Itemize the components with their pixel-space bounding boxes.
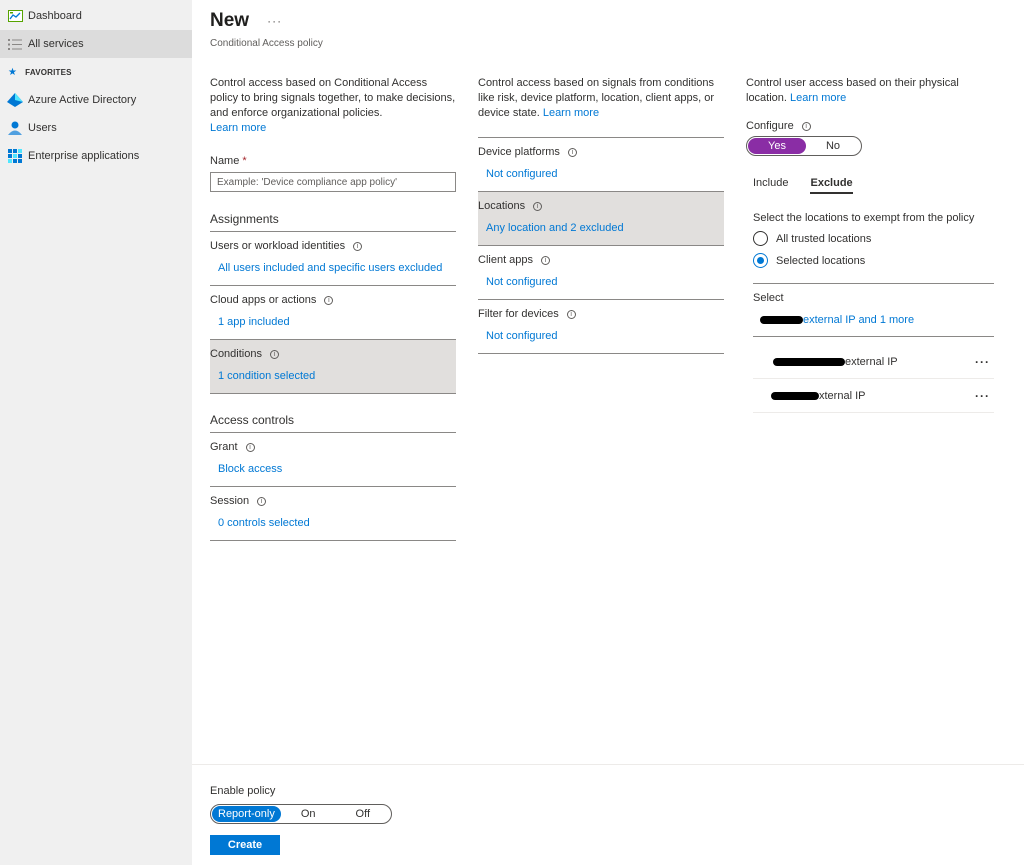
more-options-icon[interactable]: ··· (267, 14, 282, 28)
info-icon[interactable]: i (801, 121, 811, 131)
sidebar: Dashboard All services ★ FAVORITES Azure… (0, 0, 192, 865)
session-value-link[interactable]: 0 controls selected (210, 517, 456, 529)
configure-no-option[interactable]: No (806, 138, 860, 154)
policy-description: Control access based on Conditional Acce… (210, 77, 456, 134)
cloud-apps-row[interactable]: Cloud apps or actions i 1 app included (210, 286, 456, 340)
main-content: New ··· Conditional Access policy Contro… (192, 0, 1024, 865)
page-title: New (210, 10, 250, 31)
sidebar-item-label: All services (28, 38, 84, 50)
sidebar-item-label: Dashboard (28, 10, 82, 22)
device-platforms-row[interactable]: Device platforms i Not configured (478, 138, 724, 192)
redacted-block (771, 391, 819, 400)
exclude-panel: Select the locations to exempt from the … (746, 212, 994, 413)
redacted-block (773, 357, 845, 366)
name-label: Name * (210, 155, 247, 167)
filter-devices-value-link[interactable]: Not configured (478, 330, 724, 342)
radio-button[interactable] (753, 231, 768, 246)
aad-icon (7, 93, 23, 107)
info-icon[interactable]: i (245, 442, 255, 452)
device-platforms-value-link[interactable]: Not configured (478, 168, 724, 180)
learn-more-link[interactable]: Learn more (210, 122, 266, 134)
more-options-icon[interactable]: ··· (975, 389, 990, 403)
locations-value-link[interactable]: Any location and 2 excluded (478, 222, 724, 234)
conditions-value-link[interactable]: 1 condition selected (210, 370, 456, 382)
policy-column: Control access based on Conditional Acce… (210, 76, 456, 541)
info-icon[interactable]: i (567, 147, 577, 157)
name-input[interactable] (210, 172, 456, 192)
locations-description: Control user access based on their physi… (746, 77, 959, 104)
select-label: Select (753, 283, 994, 304)
exempt-text: Select the locations to exempt from the … (753, 212, 975, 224)
location-list-item[interactable]: xternal IP ··· (753, 379, 994, 413)
star-icon: ★ (8, 66, 18, 78)
grant-value-link[interactable]: Block access (210, 463, 456, 475)
assignments-heading: Assignments (210, 212, 456, 232)
footer: Enable policy Report-only On Off Create (192, 764, 1024, 865)
page-subtitle: Conditional Access policy (210, 38, 323, 49)
access-controls-heading: Access controls (210, 413, 456, 433)
conditions-column: Control access based on signals from con… (478, 76, 724, 354)
redacted-block (760, 316, 803, 325)
off-option[interactable]: Off (336, 806, 390, 822)
radio-all-trusted[interactable]: All trusted locations (753, 231, 994, 246)
filter-devices-row[interactable]: Filter for devices i Not configured (478, 300, 724, 354)
more-options-icon[interactable]: ··· (975, 355, 990, 369)
info-icon[interactable]: i (566, 309, 576, 319)
info-icon[interactable]: i (324, 295, 334, 305)
sidebar-item-azure-ad[interactable]: Azure Active Directory (0, 86, 192, 114)
conditions-description: Control access based on signals from con… (478, 77, 715, 119)
list-icon (7, 37, 23, 51)
sidebar-item-all-services[interactable]: All services (0, 30, 192, 58)
configure-yes-option[interactable]: Yes (748, 138, 806, 154)
create-button[interactable]: Create (210, 835, 280, 855)
users-value-link[interactable]: All users included and specific users ex… (210, 262, 456, 274)
learn-more-link[interactable]: Learn more (543, 107, 599, 119)
info-icon[interactable]: i (533, 201, 543, 211)
sidebar-item-dashboard[interactable]: Dashboard (0, 2, 192, 30)
on-option[interactable]: On (281, 806, 336, 822)
enable-policy-label: Enable policy (210, 785, 276, 797)
locations-column: Control user access based on their physi… (746, 76, 994, 413)
info-icon[interactable]: i (269, 349, 279, 359)
sidebar-item-label: Users (28, 122, 57, 134)
dashboard-icon (7, 9, 23, 23)
sidebar-item-users[interactable]: Users (0, 114, 192, 142)
radio-selected-locations[interactable]: Selected locations (753, 253, 994, 268)
favorites-header: ★ FAVORITES (8, 66, 72, 78)
apps-grid-icon (7, 149, 23, 163)
sidebar-item-label: Enterprise applications (28, 150, 140, 162)
tab-exclude[interactable]: Exclude (810, 177, 853, 194)
client-apps-value-link[interactable]: Not configured (478, 276, 724, 288)
sidebar-item-enterprise-apps[interactable]: Enterprise applications (0, 142, 192, 170)
select-value-row[interactable]: external IP and 1 more (753, 314, 994, 337)
learn-more-link[interactable]: Learn more (790, 92, 846, 104)
cloud-apps-value-link[interactable]: 1 app included (210, 316, 456, 328)
location-list-item[interactable]: external IP ··· (753, 345, 994, 379)
report-only-option[interactable]: Report-only (212, 806, 281, 822)
users-row[interactable]: Users or workload identities i All users … (210, 232, 456, 286)
info-icon[interactable]: i (257, 496, 267, 506)
tab-include[interactable]: Include (753, 177, 788, 194)
user-icon (7, 121, 23, 135)
grant-row[interactable]: Grant i Block access (210, 433, 456, 487)
sidebar-item-label: Azure Active Directory (28, 94, 137, 106)
session-row[interactable]: Session i 0 controls selected (210, 487, 456, 541)
locations-row[interactable]: Locations i Any location and 2 excluded (478, 192, 724, 246)
radio-button[interactable] (753, 253, 768, 268)
configure-label: Configure i (746, 120, 994, 132)
info-icon[interactable]: i (353, 241, 363, 251)
select-value-link[interactable]: external IP and 1 more (803, 314, 914, 326)
include-exclude-tabs: Include Exclude (753, 177, 994, 194)
conditions-row[interactable]: Conditions i 1 condition selected (210, 340, 456, 394)
configure-toggle[interactable]: Yes No (746, 136, 863, 156)
enable-policy-toggle[interactable]: Report-only On Off (210, 804, 393, 824)
info-icon[interactable]: i (541, 255, 551, 265)
client-apps-row[interactable]: Client apps i Not configured (478, 246, 724, 300)
title-row: New ··· (210, 10, 282, 32)
